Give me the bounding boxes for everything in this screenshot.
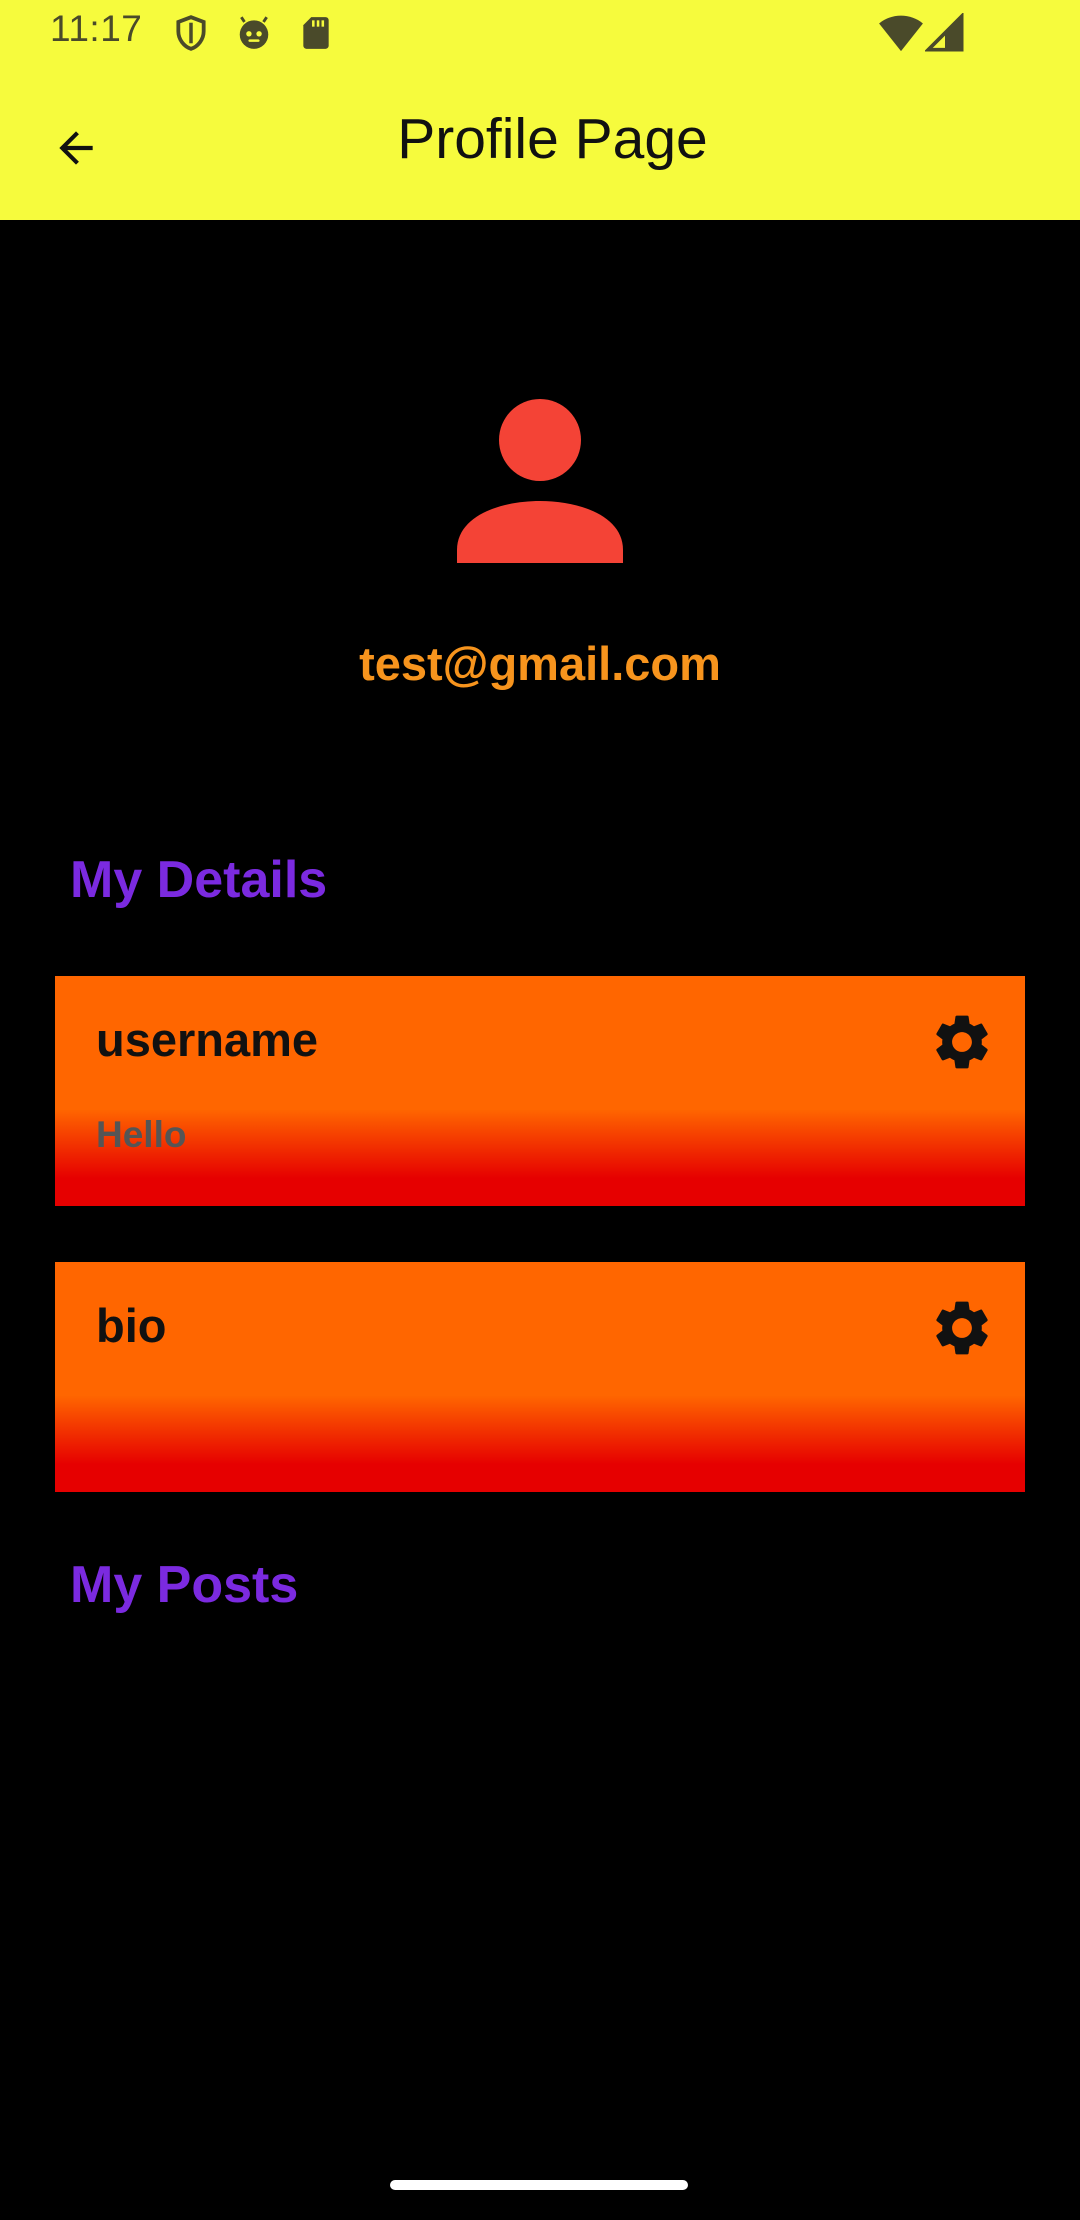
detail-card-bio: bio (55, 1262, 1025, 1492)
home-indicator[interactable] (390, 2180, 688, 2190)
my-posts-title: My Posts (70, 1556, 299, 1614)
detail-value: Hello (96, 1114, 187, 1155)
status-bar: 11:17 (0, 0, 1080, 66)
wifi-icon (878, 13, 924, 53)
page-title: Profile Page (397, 107, 708, 171)
app-bar: Profile Page (0, 66, 1080, 220)
status-time: 11:17 (50, 8, 143, 49)
header-area: 11:17 Profile Page (0, 0, 1080, 220)
gear-icon[interactable] (929, 1009, 995, 1075)
detail-label: bio (96, 1299, 167, 1352)
face-icon (235, 14, 273, 52)
my-details-title: My Details (70, 851, 328, 909)
sd-card-icon (297, 14, 335, 52)
detail-label: username (96, 1013, 319, 1066)
cell-signal-icon (923, 11, 965, 53)
gear-icon[interactable] (929, 1295, 995, 1361)
detail-card-username: username Hello (55, 976, 1025, 1206)
person-icon (450, 390, 630, 570)
shield-icon (172, 14, 210, 52)
profile-email: test@gmail.com (359, 637, 721, 690)
